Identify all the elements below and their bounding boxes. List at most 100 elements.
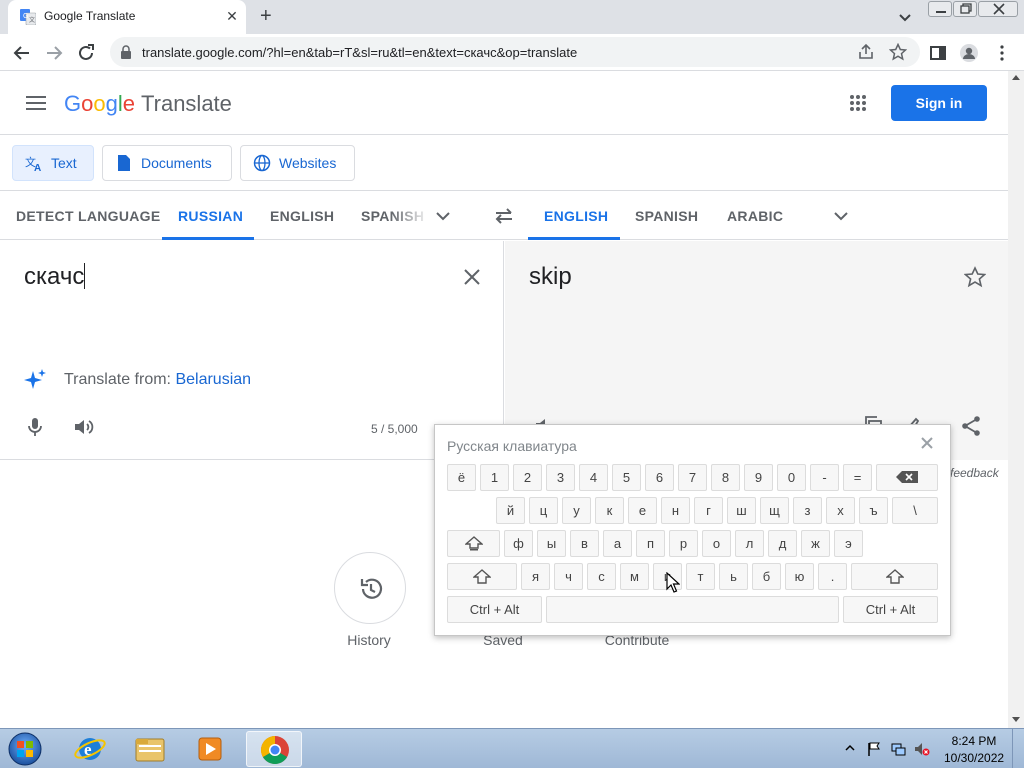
target-lang-spanish[interactable]: SPANISH bbox=[635, 208, 698, 224]
right-ctrl-alt-key[interactable]: Ctrl + Alt bbox=[843, 596, 938, 623]
key[interactable]: - bbox=[810, 464, 839, 491]
show-desktop-button[interactable] bbox=[1012, 729, 1024, 768]
clear-source-icon[interactable] bbox=[462, 267, 482, 287]
url-text[interactable]: translate.google.com/?hl=en&tab=rT&sl=ru… bbox=[142, 45, 577, 60]
show-hidden-icons-icon[interactable] bbox=[845, 743, 855, 753]
key[interactable]: 0 bbox=[777, 464, 806, 491]
keyboard-close-icon[interactable] bbox=[919, 435, 935, 451]
network-icon[interactable] bbox=[890, 741, 906, 757]
key[interactable]: э bbox=[834, 530, 863, 557]
key[interactable]: н bbox=[661, 497, 690, 524]
chrome-menu-icon[interactable] bbox=[992, 43, 1012, 63]
caps-lock-key[interactable] bbox=[447, 530, 500, 557]
target-lang-english[interactable]: ENGLISH bbox=[544, 208, 608, 224]
history-label[interactable]: History bbox=[319, 632, 419, 648]
key[interactable]: л bbox=[735, 530, 764, 557]
key[interactable]: ё bbox=[447, 464, 476, 491]
share-translation-icon[interactable] bbox=[960, 415, 982, 437]
page-scrollbar[interactable] bbox=[1008, 71, 1024, 728]
key[interactable]: м bbox=[620, 563, 649, 590]
main-menu-icon[interactable] bbox=[26, 96, 46, 110]
restore-button[interactable] bbox=[953, 1, 977, 17]
action-center-flag-icon[interactable] bbox=[866, 741, 882, 757]
right-shift-key[interactable] bbox=[851, 563, 938, 590]
key[interactable]: 4 bbox=[579, 464, 608, 491]
key[interactable]: ж bbox=[801, 530, 830, 557]
taskbar-clock-time[interactable]: 8:24 PM bbox=[950, 734, 998, 748]
close-window-button[interactable] bbox=[978, 1, 1018, 17]
reload-icon[interactable] bbox=[76, 43, 96, 63]
swap-languages-icon[interactable] bbox=[494, 206, 514, 226]
forward-arrow-icon[interactable] bbox=[44, 43, 64, 63]
source-lang-english[interactable]: ENGLISH bbox=[270, 208, 334, 224]
send-feedback-link[interactable]: feedback bbox=[950, 466, 999, 480]
speaker-icon[interactable] bbox=[72, 416, 94, 438]
text-mode-button[interactable]: 文A Text bbox=[12, 145, 94, 181]
key[interactable]: 2 bbox=[513, 464, 542, 491]
minimize-button[interactable] bbox=[928, 1, 952, 17]
taskbar-clock-date[interactable]: 10/30/2022 bbox=[944, 751, 1004, 765]
back-arrow-icon[interactable] bbox=[12, 43, 32, 63]
key[interactable]: р bbox=[669, 530, 698, 557]
translate-from-language-link[interactable]: Belarusian bbox=[175, 371, 251, 388]
start-button-icon[interactable] bbox=[2, 730, 48, 768]
key[interactable]: в bbox=[570, 530, 599, 557]
google-apps-icon[interactable] bbox=[849, 94, 867, 112]
key[interactable]: ю bbox=[785, 563, 814, 590]
key[interactable]: к bbox=[595, 497, 624, 524]
key[interactable]: з bbox=[793, 497, 822, 524]
sign-in-button[interactable]: Sign in bbox=[891, 85, 987, 121]
key[interactable]: . bbox=[818, 563, 847, 590]
key[interactable]: 5 bbox=[612, 464, 641, 491]
taskbar-file-explorer[interactable] bbox=[122, 731, 178, 767]
key[interactable]: б bbox=[752, 563, 781, 590]
key[interactable]: 6 bbox=[645, 464, 674, 491]
scroll-up-arrow[interactable] bbox=[1012, 75, 1020, 80]
browser-tab-google-translate[interactable]: G 文 Google Translate ✕ bbox=[8, 0, 246, 34]
key[interactable]: 9 bbox=[744, 464, 773, 491]
key[interactable]: у bbox=[562, 497, 591, 524]
left-ctrl-alt-key[interactable]: Ctrl + Alt bbox=[447, 596, 542, 623]
key[interactable]: = bbox=[843, 464, 872, 491]
profile-avatar-icon[interactable] bbox=[959, 43, 979, 63]
left-shift-key[interactable] bbox=[447, 563, 517, 590]
backspace-key[interactable] bbox=[876, 464, 938, 491]
key[interactable]: с bbox=[587, 563, 616, 590]
volume-muted-icon[interactable] bbox=[914, 741, 930, 757]
new-tab-button[interactable]: + bbox=[260, 6, 272, 26]
bookmark-star-icon[interactable] bbox=[889, 43, 907, 61]
target-lang-more-chevron-icon[interactable] bbox=[832, 207, 850, 225]
key[interactable]: я bbox=[521, 563, 550, 590]
key[interactable]: д bbox=[768, 530, 797, 557]
key[interactable]: ь bbox=[719, 563, 748, 590]
tab-close-icon[interactable]: ✕ bbox=[224, 8, 240, 24]
history-button[interactable] bbox=[334, 552, 406, 624]
key[interactable]: ф bbox=[504, 530, 533, 557]
taskbar-media-player[interactable] bbox=[182, 731, 238, 767]
key[interactable]: 8 bbox=[711, 464, 740, 491]
key[interactable]: 1 bbox=[480, 464, 509, 491]
lock-icon[interactable] bbox=[120, 45, 132, 59]
tab-search-chevron-icon[interactable] bbox=[896, 8, 914, 26]
source-lang-more-chevron-icon[interactable] bbox=[434, 207, 452, 225]
source-lang-detect[interactable]: DETECT LANGUAGE bbox=[16, 208, 161, 224]
key[interactable]: х bbox=[826, 497, 855, 524]
key[interactable]: п bbox=[636, 530, 665, 557]
documents-mode-button[interactable]: Documents bbox=[102, 145, 232, 181]
source-lang-russian[interactable]: RUSSIAN bbox=[178, 208, 243, 224]
google-translate-logo[interactable]: Google Translate bbox=[64, 91, 232, 117]
websites-mode-button[interactable]: Websites bbox=[240, 145, 355, 181]
mic-icon[interactable] bbox=[24, 416, 46, 438]
key[interactable]: щ bbox=[760, 497, 789, 524]
key[interactable]: ы bbox=[537, 530, 566, 557]
key[interactable]: 7 bbox=[678, 464, 707, 491]
key[interactable]: ц bbox=[529, 497, 558, 524]
virtual-keyboard[interactable]: Русская клавиатура ё 1 2 3 4 5 6 7 8 9 0… bbox=[434, 424, 951, 636]
key[interactable]: о bbox=[702, 530, 731, 557]
key[interactable]: 3 bbox=[546, 464, 575, 491]
key[interactable]: т bbox=[686, 563, 715, 590]
key[interactable]: ъ bbox=[859, 497, 888, 524]
source-text-input[interactable]: скачс bbox=[24, 263, 86, 291]
key[interactable]: ч bbox=[554, 563, 583, 590]
taskbar-chrome[interactable] bbox=[246, 731, 302, 767]
